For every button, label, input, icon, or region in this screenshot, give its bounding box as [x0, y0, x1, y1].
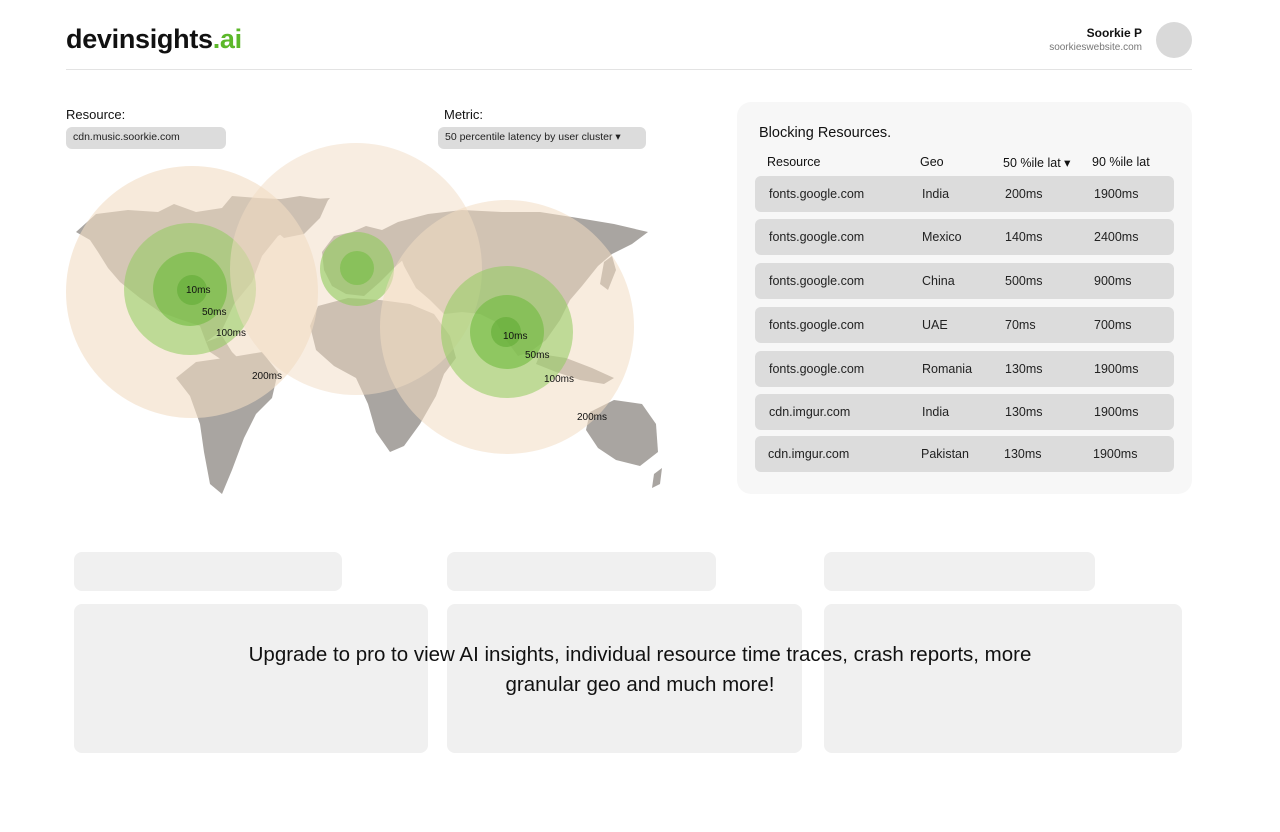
cluster-label-200ms: 200ms: [252, 371, 282, 382]
cell-p90: 1900ms: [1094, 405, 1139, 419]
column-header-geo[interactable]: Geo: [920, 155, 944, 169]
cell-p90: 700ms: [1094, 318, 1132, 332]
panel-title: Blocking Resources.: [759, 125, 892, 141]
upgrade-line-1: Upgrade to pro to view AI insights, indi…: [248, 643, 1032, 666]
cell-p50: 500ms: [1005, 274, 1043, 288]
table-row[interactable]: fonts.google.com China 500ms 900ms: [755, 263, 1174, 299]
column-header-p90[interactable]: 90 %ile lat: [1092, 155, 1150, 169]
cell-p50: 130ms: [1004, 447, 1042, 461]
cell-p90: 1900ms: [1094, 362, 1139, 376]
cell-geo: UAE: [922, 318, 948, 332]
column-header-resource[interactable]: Resource: [767, 155, 821, 169]
resource-label: Resource:: [66, 107, 126, 122]
blocking-resources-panel: Blocking Resources. Resource Geo 50 %ile…: [737, 102, 1192, 494]
cell-resource: fonts.google.com: [769, 274, 865, 288]
cluster-label-50ms: 50ms: [202, 307, 226, 318]
user-info: Soorkie P soorkieswebsite.com: [1049, 26, 1142, 53]
cell-geo: Pakistan: [921, 447, 969, 461]
cell-geo: Romania: [922, 362, 973, 376]
cluster-asia[interactable]: 10ms 50ms 100ms 200ms: [380, 200, 634, 454]
cell-p50: 200ms: [1005, 187, 1043, 201]
cell-p90: 900ms: [1094, 274, 1132, 288]
cell-resource: cdn.imgur.com: [768, 447, 850, 461]
land-new-zealand: [652, 468, 662, 488]
resource-select[interactable]: cdn.music.soorkie.com: [66, 127, 226, 149]
placeholder-title-1: [74, 552, 342, 591]
metric-label: Metric:: [444, 107, 483, 122]
cell-geo: India: [922, 405, 950, 419]
cell-resource: fonts.google.com: [769, 187, 865, 201]
cell-resource: fonts.google.com: [769, 230, 865, 244]
avatar[interactable]: [1156, 22, 1192, 58]
cell-geo: Mexico: [922, 230, 962, 244]
cell-p50: 70ms: [1005, 318, 1036, 332]
cluster-label-200ms: 200ms: [577, 412, 607, 423]
table-row[interactable]: fonts.google.com Romania 130ms 1900ms: [755, 351, 1174, 387]
placeholder-title-2: [447, 552, 716, 591]
table-row[interactable]: fonts.google.com Mexico 140ms 2400ms: [755, 219, 1174, 255]
cell-p90: 1900ms: [1093, 447, 1138, 461]
cluster-label-10ms: 10ms: [503, 331, 527, 342]
cluster-label-100ms: 100ms: [544, 374, 574, 385]
cell-resource: fonts.google.com: [769, 362, 865, 376]
cell-p50: 130ms: [1005, 362, 1043, 376]
placeholder-title-3: [824, 552, 1095, 591]
cell-resource: cdn.imgur.com: [769, 405, 851, 419]
world-latency-map: 10ms 50ms 100ms 200ms 10ms 50ms 100ms 20…: [66, 143, 662, 494]
cluster-label-100ms: 100ms: [216, 328, 246, 339]
upgrade-line-2: granular geo and much more!: [505, 673, 775, 696]
table-row[interactable]: fonts.google.com India 200ms 1900ms: [755, 176, 1174, 212]
column-header-p50[interactable]: 50 %ile lat ▾: [1003, 155, 1070, 170]
cell-resource: fonts.google.com: [769, 318, 865, 332]
cell-p50: 140ms: [1005, 230, 1043, 244]
table-row[interactable]: cdn.imgur.com Pakistan 130ms 1900ms: [755, 436, 1174, 472]
cluster-label-50ms: 50ms: [525, 350, 549, 361]
cell-geo: China: [922, 274, 955, 288]
cell-p90: 1900ms: [1094, 187, 1139, 201]
metric-select[interactable]: 50 percentile latency by user cluster ▾: [438, 127, 646, 149]
upgrade-message[interactable]: Upgrade to pro to view AI insights, indi…: [180, 640, 1100, 700]
user-website[interactable]: soorkieswebsite.com: [1049, 42, 1142, 53]
cell-p90: 2400ms: [1094, 230, 1139, 244]
user-name: Soorkie P: [1086, 26, 1142, 40]
cluster-label-10ms: 10ms: [186, 285, 210, 296]
table-row[interactable]: cdn.imgur.com India 130ms 1900ms: [755, 394, 1174, 430]
cell-geo: India: [922, 187, 950, 201]
table-row[interactable]: fonts.google.com UAE 70ms 700ms: [755, 307, 1174, 343]
cell-p50: 130ms: [1005, 405, 1043, 419]
